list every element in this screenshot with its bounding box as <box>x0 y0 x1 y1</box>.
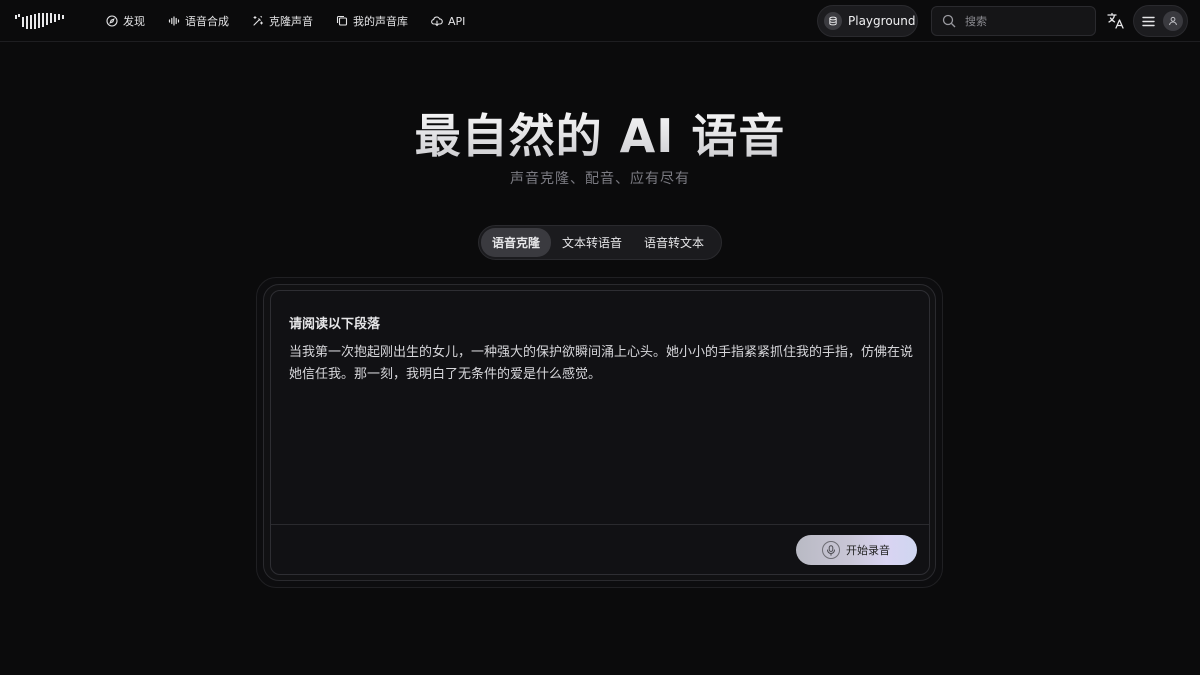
logo-icon[interactable] <box>14 11 66 31</box>
page-subtitle: 声音克隆、配音、应有尽有 <box>510 171 690 187</box>
page-title: 最自然的 AI 语音 <box>0 100 1200 166</box>
mode-tabs: 语音克隆 文本转语音 语音转文本 <box>478 225 722 260</box>
microphone-icon <box>822 541 840 559</box>
reading-passage: 当我第一次抱起刚出生的女儿，一种强大的保护欲瞬间涌上心头。她小小的手指紧紧抓住我… <box>289 345 914 382</box>
magic-wand-icon <box>253 15 264 26</box>
database-icon <box>824 12 842 30</box>
search-icon <box>942 14 956 28</box>
reading-card: 请阅读以下段落 当我第一次抱起刚出生的女儿，一种强大的保护欲瞬间涌上心头。她小小… <box>270 290 930 575</box>
nav-item-label: API <box>448 14 466 28</box>
nav-item-label: 我的声音库 <box>353 15 408 28</box>
nav-links: 发现 语音合成 克隆声音 我的声音库 API <box>106 0 465 42</box>
nav-item-label: 克隆声音 <box>269 15 313 28</box>
top-nav: 发现 语音合成 克隆声音 我的声音库 API Playground <box>0 0 1200 42</box>
nav-item-label: 发现 <box>123 15 145 28</box>
compass-icon <box>106 15 118 27</box>
avatar <box>1163 11 1183 31</box>
playground-label: Playground <box>848 14 916 28</box>
cloud-icon <box>431 16 443 27</box>
search-box[interactable] <box>931 6 1096 36</box>
search-input[interactable] <box>965 14 1085 28</box>
nav-item-discover[interactable]: 发现 <box>106 13 145 29</box>
tab-text-to-speech[interactable]: 文本转语音 <box>551 228 633 257</box>
playground-button[interactable]: Playground <box>817 5 918 37</box>
library-icon <box>336 15 348 26</box>
nav-item-label: 语音合成 <box>185 15 229 28</box>
divider <box>271 524 929 525</box>
start-recording-button[interactable]: 开始录音 <box>796 535 917 565</box>
start-recording-label: 开始录音 <box>846 544 890 557</box>
waveform-icon <box>168 16 180 26</box>
tab-speech-to-text[interactable]: 语音转文本 <box>633 228 715 257</box>
translate-icon[interactable] <box>1106 11 1126 31</box>
card-heading: 请阅读以下段落 <box>289 317 381 332</box>
nav-item-speech-synthesis[interactable]: 语音合成 <box>168 13 229 29</box>
nav-item-my-library[interactable]: 我的声音库 <box>336 13 408 29</box>
tab-voice-clone[interactable]: 语音克隆 <box>481 228 552 257</box>
menu-icon <box>1142 16 1155 26</box>
nav-item-voice-clone[interactable]: 克隆声音 <box>252 13 313 29</box>
user-icon <box>1169 16 1177 26</box>
user-menu-button[interactable] <box>1133 5 1188 37</box>
nav-item-api[interactable]: API <box>431 15 465 28</box>
